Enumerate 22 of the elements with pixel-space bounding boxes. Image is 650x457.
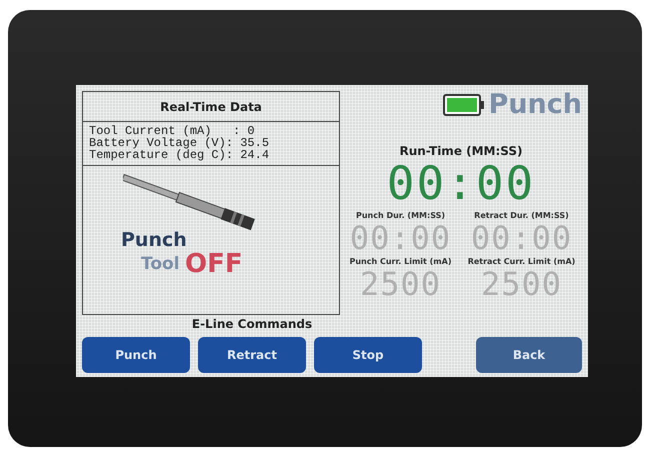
setting-display: 00:00 xyxy=(350,222,452,254)
mode-label: Punch xyxy=(488,91,582,118)
setting-display: 2500 xyxy=(360,268,442,300)
run-time-label: Run-Time (MM:SS) xyxy=(399,143,523,160)
setting-label: Retract Curr. Limit (mA) xyxy=(468,256,576,268)
commands-title: E-Line Commands xyxy=(192,316,312,333)
setting-label: Punch Dur. (MM:SS) xyxy=(356,210,446,222)
tool-state: OFF xyxy=(185,248,243,281)
run-time-display: 00:00 xyxy=(386,160,536,206)
battery-icon xyxy=(442,94,485,116)
setting-display: 00:00 xyxy=(470,222,572,254)
back-button[interactable]: Back xyxy=(476,337,582,373)
command-button[interactable]: Punch xyxy=(82,337,190,373)
panel-title: Real-Time Data xyxy=(83,92,339,122)
tool-label: Tool xyxy=(141,253,180,276)
sensor-readings: Tool Current (mA) : 0 Battery Voltage (V): 35.5 Temperature (deg C): 24.4 xyxy=(83,122,339,166)
setting-label: Retract Dur. (MM:SS) xyxy=(474,210,569,222)
command-button[interactable]: Retract xyxy=(198,337,306,373)
command-button[interactable]: Stop xyxy=(314,337,422,373)
tool-name: Punch xyxy=(121,228,187,252)
setting-display: 2500 xyxy=(480,268,562,300)
setting-label: Punch Curr. Limit (mA) xyxy=(350,256,452,268)
